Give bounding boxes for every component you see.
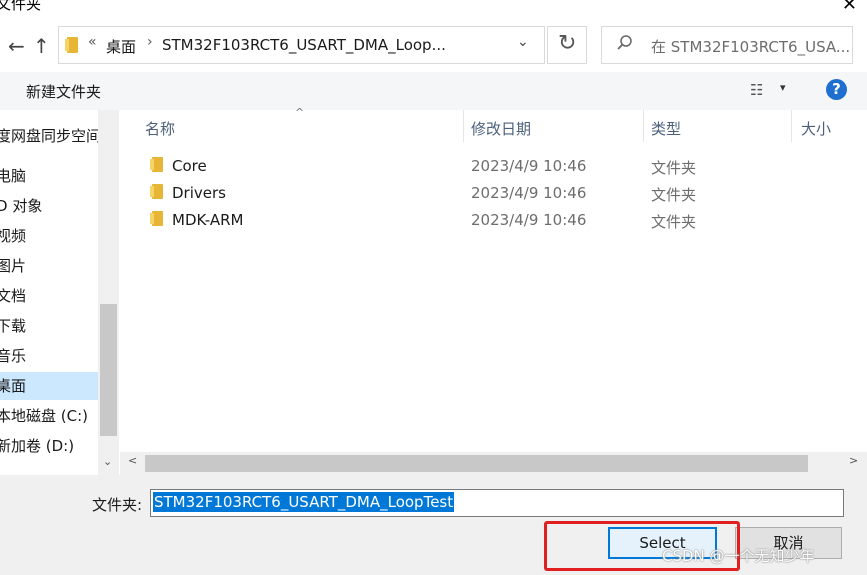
folder-icon: [150, 184, 163, 199]
file-list: ^ 名称 修改日期 类型 大小 Core 2023/4/9 10:46 文件夹 …: [120, 106, 867, 452]
sidebar-item-videos[interactable]: 视频: [0, 222, 98, 250]
scroll-down-icon[interactable]: ⌄: [103, 455, 112, 468]
sidebar-item-label: 新加卷 (D:): [0, 437, 75, 455]
list-item[interactable]: Core 2023/4/9 10:46 文件夹: [120, 154, 867, 180]
folder-icon: [65, 37, 78, 53]
toolbar: 新建文件夹 ☷ ▾ ?: [0, 72, 867, 110]
watermark: CSDN @一个无知少年: [662, 547, 815, 565]
sidebar-item-pictures[interactable]: 图片: [0, 252, 98, 280]
chevron-down-icon[interactable]: ⌄: [517, 34, 529, 50]
sidebar-item-3d-objects[interactable]: D 对象: [0, 192, 98, 220]
chevron-right-icon[interactable]: ›: [147, 34, 153, 50]
sidebar-item-label: 本地磁盘 (C:): [0, 407, 88, 425]
file-name: Drivers: [172, 184, 226, 202]
sidebar-item-label: 图片: [0, 257, 27, 275]
sidebar-item-drive-c[interactable]: 本地磁盘 (C:): [0, 402, 98, 430]
sidebar-item-label: 桌面: [0, 377, 27, 395]
column-divider[interactable]: [643, 110, 644, 142]
file-modified: 2023/4/9 10:46: [471, 184, 587, 202]
new-folder-button[interactable]: 新建文件夹: [26, 81, 101, 102]
column-header-type[interactable]: 类型: [651, 118, 681, 139]
refresh-button[interactable]: ↻: [547, 26, 587, 64]
sidebar-item-baidu-sync[interactable]: 度网盘同步空间: [0, 122, 98, 150]
horizontal-scroll-thumb[interactable]: [145, 455, 808, 472]
sidebar-item-label: 度网盘同步空间: [0, 127, 98, 145]
sort-ascending-icon: ^: [295, 106, 305, 119]
up-arrow-icon[interactable]: ↑: [33, 34, 50, 58]
title-bar: 文件夹 ✕: [0, 0, 867, 18]
back-arrow-icon[interactable]: ←: [8, 34, 25, 58]
navigation-pane: 度网盘同步空间 电脑 D 对象 视频 图片 文档 下载 音乐 桌面 本地磁盘 (…: [0, 110, 98, 475]
folder-field-label: 文件夹:: [92, 496, 143, 514]
file-name: MDK-ARM: [172, 211, 244, 229]
column-divider[interactable]: [463, 110, 464, 142]
file-name: Core: [172, 157, 207, 175]
sidebar-scroll-thumb[interactable]: [100, 304, 117, 436]
breadcrumb-item-project[interactable]: STM32F103RCT6_USART_DMA_Loop...: [162, 36, 446, 54]
view-options-icon[interactable]: ☷: [750, 81, 763, 99]
file-modified: 2023/4/9 10:46: [471, 211, 587, 229]
search-box[interactable]: 在 STM32F103RCT6_USA...: [601, 26, 853, 64]
sidebar-item-label: 下载: [0, 317, 27, 335]
search-input[interactable]: 在 STM32F103RCT6_USA...: [651, 36, 850, 57]
breadcrumb-overflow-icon[interactable]: «: [88, 34, 97, 50]
file-modified: 2023/4/9 10:46: [471, 157, 587, 175]
file-type: 文件夹: [651, 159, 697, 177]
sidebar-item-label: D 对象: [0, 197, 43, 215]
address-bar[interactable]: « 桌面 › STM32F103RCT6_USART_DMA_Loop... ⌄: [58, 26, 545, 64]
column-header-modified[interactable]: 修改日期: [471, 118, 531, 139]
column-divider[interactable]: [791, 110, 792, 142]
breadcrumb-item-desktop[interactable]: 桌面: [106, 36, 136, 57]
sidebar-item-this-pc[interactable]: 电脑: [0, 162, 98, 190]
folder-icon: [150, 211, 163, 226]
help-icon[interactable]: ?: [826, 79, 847, 100]
scroll-right-icon[interactable]: >: [849, 454, 858, 467]
sidebar-item-label: 视频: [0, 227, 27, 245]
sidebar-item-downloads[interactable]: 下载: [0, 312, 98, 340]
close-icon[interactable]: ✕: [842, 0, 857, 15]
folder-name-input[interactable]: STM32F103RCT6_USART_DMA_LoopTest: [150, 489, 844, 517]
sidebar-item-documents[interactable]: 文档: [0, 282, 98, 310]
search-icon: [616, 34, 634, 57]
list-item[interactable]: Drivers 2023/4/9 10:46 文件夹: [120, 181, 867, 207]
folder-name-value: STM32F103RCT6_USART_DMA_LoopTest: [153, 492, 455, 512]
window-title: 文件夹: [0, 0, 42, 13]
sidebar-item-music[interactable]: 音乐: [0, 342, 98, 370]
sidebar-item-desktop[interactable]: 桌面: [0, 372, 98, 400]
column-header-name[interactable]: 名称: [145, 118, 175, 139]
sidebar-item-drive-d[interactable]: 新加卷 (D:): [0, 432, 98, 460]
view-dropdown-icon[interactable]: ▾: [780, 81, 786, 94]
list-item[interactable]: MDK-ARM 2023/4/9 10:46 文件夹: [120, 208, 867, 234]
folder-icon: [150, 157, 163, 172]
column-header-size[interactable]: 大小: [801, 118, 831, 139]
refresh-icon: ↻: [558, 31, 577, 56]
scroll-left-icon[interactable]: <: [128, 454, 137, 467]
sidebar-item-label: 文档: [0, 287, 27, 305]
file-type: 文件夹: [651, 186, 697, 204]
sidebar-item-label: 电脑: [0, 167, 27, 185]
file-type: 文件夹: [651, 213, 697, 231]
sidebar-item-label: 音乐: [0, 347, 27, 365]
